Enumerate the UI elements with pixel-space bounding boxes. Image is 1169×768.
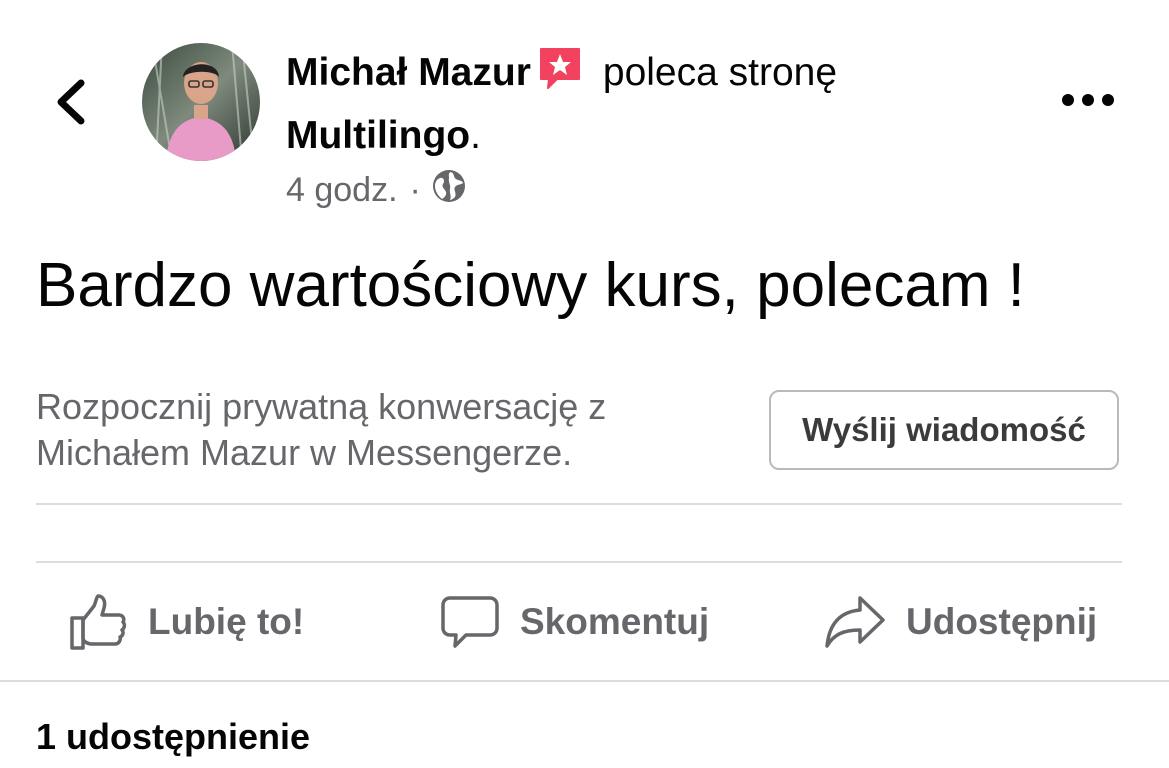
share-label: Udostępnij bbox=[906, 601, 1098, 642]
divider bbox=[36, 561, 1122, 563]
globe-icon bbox=[431, 168, 467, 213]
divider bbox=[0, 680, 1169, 682]
post-header: Michał Mazur poleca stronę Multilingo. bbox=[286, 44, 986, 164]
action-text: poleca stronę bbox=[602, 51, 838, 94]
page-name[interactable]: Multilingo bbox=[286, 114, 470, 157]
chevron-left-icon bbox=[57, 79, 85, 125]
avatar[interactable] bbox=[142, 43, 260, 161]
post-meta: 4 godz. · bbox=[286, 168, 467, 213]
comment-icon bbox=[441, 596, 499, 648]
more-horizontal-icon bbox=[1062, 94, 1114, 106]
shares-count[interactable]: 1 udostępnienie bbox=[36, 716, 310, 758]
back-button[interactable] bbox=[46, 72, 94, 132]
comment-button[interactable]: Skomentuj bbox=[440, 564, 709, 680]
comment-label: Skomentuj bbox=[520, 601, 710, 642]
post-text: Bardzo wartościowy kurs, polecam ! bbox=[36, 251, 1025, 320]
like-button[interactable]: Lubię to! bbox=[68, 564, 304, 680]
trailing-period: . bbox=[470, 114, 481, 157]
profile-photo bbox=[142, 43, 260, 161]
like-label: Lubię to! bbox=[148, 601, 305, 642]
share-icon bbox=[825, 596, 885, 648]
meta-separator: · bbox=[409, 171, 421, 209]
more-options-button[interactable] bbox=[1056, 80, 1120, 120]
timestamp[interactable]: 4 godz. bbox=[286, 171, 398, 210]
send-message-button[interactable]: Wyślij wiadomość bbox=[769, 390, 1119, 470]
action-bar: Lubię to! Skomentuj Udostępnij bbox=[36, 564, 1122, 680]
divider bbox=[36, 503, 1122, 505]
recommendation-star-icon[interactable] bbox=[537, 45, 583, 107]
share-button[interactable]: Udostępnij bbox=[824, 564, 1097, 680]
thumbs-up-icon bbox=[70, 594, 127, 650]
author-name[interactable]: Michał Mazur bbox=[286, 51, 531, 94]
messenger-prompt: Rozpocznij prywatną konwersację z Michał… bbox=[36, 386, 607, 473]
